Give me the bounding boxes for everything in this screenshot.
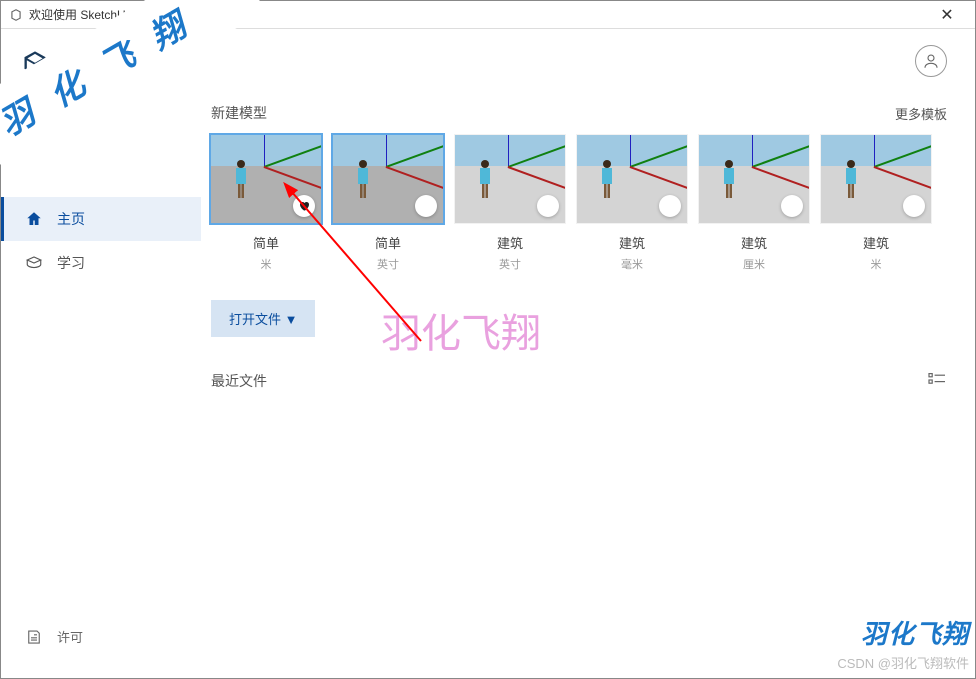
template-name: 建筑: [619, 233, 645, 252]
window-title: 欢迎使用 SketchUp: [29, 6, 132, 23]
close-button[interactable]: ✕: [927, 5, 967, 25]
logo-row: SketchUp: [1, 49, 201, 97]
account-button[interactable]: [915, 45, 947, 77]
sidebar-item-label: 主页: [57, 209, 85, 229]
more-templates-link[interactable]: 更多模板: [895, 104, 947, 123]
template-name: 建筑: [497, 233, 523, 252]
titlebar: 欢迎使用 SketchUp ✕: [1, 1, 975, 29]
template-unit: 英寸: [499, 256, 521, 272]
favorite-toggle[interactable]: [293, 195, 315, 217]
scale-figure-icon: [355, 159, 371, 199]
template-card[interactable]: 简单米: [211, 135, 321, 272]
scale-figure-icon: [721, 159, 737, 199]
template-thumbnail[interactable]: [577, 135, 687, 223]
sidebar-item-home[interactable]: 主页: [1, 197, 201, 241]
heart-filled-icon: [298, 200, 310, 212]
template-name: 简单: [375, 233, 401, 252]
template-card[interactable]: 建筑毫米: [577, 135, 687, 272]
favorite-toggle[interactable]: [659, 195, 681, 217]
sidebar-item-license[interactable]: 许可: [1, 615, 201, 658]
template-thumbnail[interactable]: [455, 135, 565, 223]
header-row: [211, 39, 947, 83]
template-name: 建筑: [741, 233, 767, 252]
template-unit: 米: [261, 256, 272, 272]
sketchup-logo-icon: [21, 49, 49, 77]
scale-figure-icon: [477, 159, 493, 199]
template-unit: 厘米: [743, 256, 765, 272]
new-model-section-head: 新建模型 更多模板: [211, 103, 947, 123]
main-content: 新建模型 更多模板 简单米简单英寸建筑英寸建筑毫米建筑厘米建筑米 打开文件 ▼ …: [201, 29, 975, 678]
new-model-label: 新建模型: [211, 103, 267, 123]
brand-name: SketchUp: [57, 50, 158, 76]
recent-files-label: 最近文件: [211, 371, 267, 391]
sidebar: SketchUp 主页 学习 许可: [1, 29, 201, 678]
template-name: 建筑: [863, 233, 889, 252]
list-view-icon: [927, 372, 947, 388]
scale-figure-icon: [599, 159, 615, 199]
license-icon: [25, 628, 43, 646]
home-icon: [25, 210, 43, 228]
scale-figure-icon: [233, 159, 249, 199]
template-thumbnail[interactable]: [211, 135, 321, 223]
favorite-toggle[interactable]: [415, 195, 437, 217]
sidebar-item-learn[interactable]: 学习: [1, 241, 201, 285]
favorite-toggle[interactable]: [903, 195, 925, 217]
learn-icon: [25, 254, 43, 272]
favorite-toggle[interactable]: [781, 195, 803, 217]
titlebar-left: 欢迎使用 SketchUp: [9, 6, 132, 23]
template-thumbnail[interactable]: [821, 135, 931, 223]
license-label: 许可: [57, 627, 83, 646]
favorite-toggle[interactable]: [537, 195, 559, 217]
open-file-button[interactable]: 打开文件 ▼: [211, 300, 315, 337]
template-card[interactable]: 建筑厘米: [699, 135, 809, 272]
open-file-label: 打开文件 ▼: [229, 309, 297, 328]
recent-files-section-head: 最近文件: [211, 371, 947, 391]
sidebar-item-label: 学习: [57, 253, 85, 273]
view-toggle-button[interactable]: [927, 372, 947, 391]
template-card[interactable]: 建筑英寸: [455, 135, 565, 272]
user-icon: [922, 52, 940, 70]
template-unit: 英寸: [377, 256, 399, 272]
template-card[interactable]: 简单英寸: [333, 135, 443, 272]
template-unit: 毫米: [621, 256, 643, 272]
sketchup-app-icon: [9, 8, 23, 22]
template-thumbnail[interactable]: [333, 135, 443, 223]
window-body: SketchUp 主页 学习 许可 新建模: [1, 29, 975, 678]
template-thumbnail[interactable]: [699, 135, 809, 223]
templates-row: 简单米简单英寸建筑英寸建筑毫米建筑厘米建筑米: [211, 135, 947, 272]
scale-figure-icon: [843, 159, 859, 199]
template-card[interactable]: 建筑米: [821, 135, 931, 272]
nav: 主页 学习: [1, 197, 201, 285]
template-unit: 米: [871, 256, 882, 272]
template-name: 简单: [253, 233, 279, 252]
